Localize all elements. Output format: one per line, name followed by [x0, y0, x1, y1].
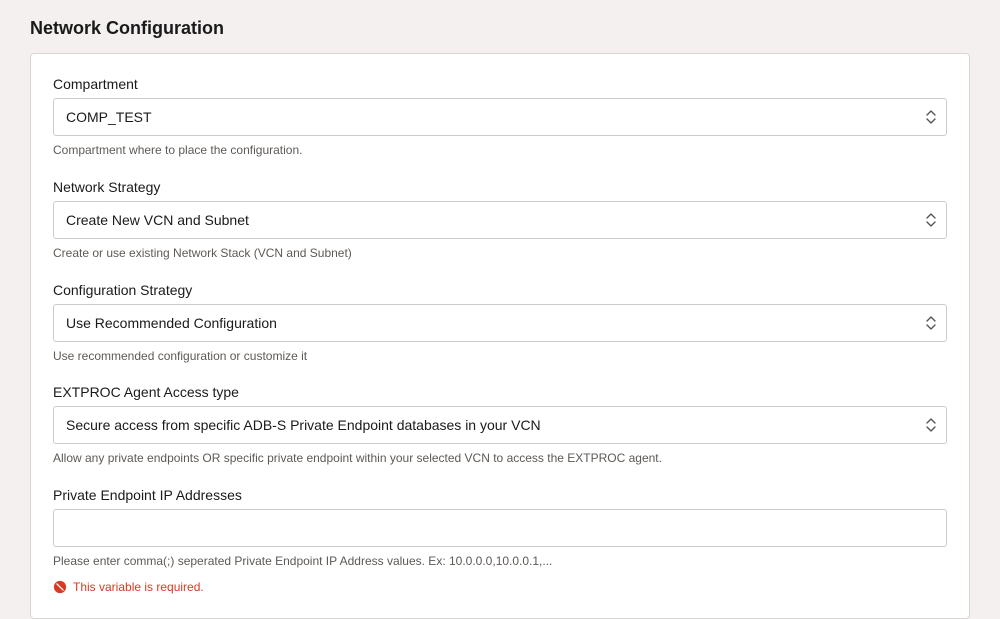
extproc-access-field: EXTPROC Agent Access type Secure access … — [53, 384, 947, 467]
network-strategy-help: Create or use existing Network Stack (VC… — [53, 245, 947, 262]
private-endpoint-ips-help: Please enter comma(;) seperated Private … — [53, 553, 947, 570]
private-endpoint-ips-error: This variable is required. — [53, 580, 947, 594]
network-strategy-field: Network Strategy Create New VCN and Subn… — [53, 179, 947, 262]
error-text: This variable is required. — [73, 580, 204, 594]
compartment-help: Compartment where to place the configura… — [53, 142, 947, 159]
compartment-value: COMP_TEST — [66, 109, 152, 125]
extproc-access-value: Secure access from specific ADB-S Privat… — [66, 417, 541, 433]
section-title: Network Configuration — [30, 18, 970, 39]
config-strategy-value: Use Recommended Configuration — [66, 315, 277, 331]
private-endpoint-ips-label: Private Endpoint IP Addresses — [53, 487, 947, 503]
network-strategy-value: Create New VCN and Subnet — [66, 212, 249, 228]
private-endpoint-ips-field: Private Endpoint IP Addresses Please ent… — [53, 487, 947, 594]
extproc-access-select[interactable]: Secure access from specific ADB-S Privat… — [53, 406, 947, 444]
config-strategy-field: Configuration Strategy Use Recommended C… — [53, 282, 947, 365]
extproc-access-label: EXTPROC Agent Access type — [53, 384, 947, 400]
private-endpoint-ips-input[interactable] — [53, 509, 947, 547]
network-config-panel: Compartment COMP_TEST Compartment where … — [30, 53, 970, 619]
config-strategy-select[interactable]: Use Recommended Configuration — [53, 304, 947, 342]
extproc-access-help: Allow any private endpoints OR specific … — [53, 450, 947, 467]
compartment-select[interactable]: COMP_TEST — [53, 98, 947, 136]
network-strategy-label: Network Strategy — [53, 179, 947, 195]
error-icon — [53, 580, 67, 594]
compartment-field: Compartment COMP_TEST Compartment where … — [53, 76, 947, 159]
compartment-label: Compartment — [53, 76, 947, 92]
config-strategy-help: Use recommended configuration or customi… — [53, 348, 947, 365]
network-strategy-select[interactable]: Create New VCN and Subnet — [53, 201, 947, 239]
config-strategy-label: Configuration Strategy — [53, 282, 947, 298]
